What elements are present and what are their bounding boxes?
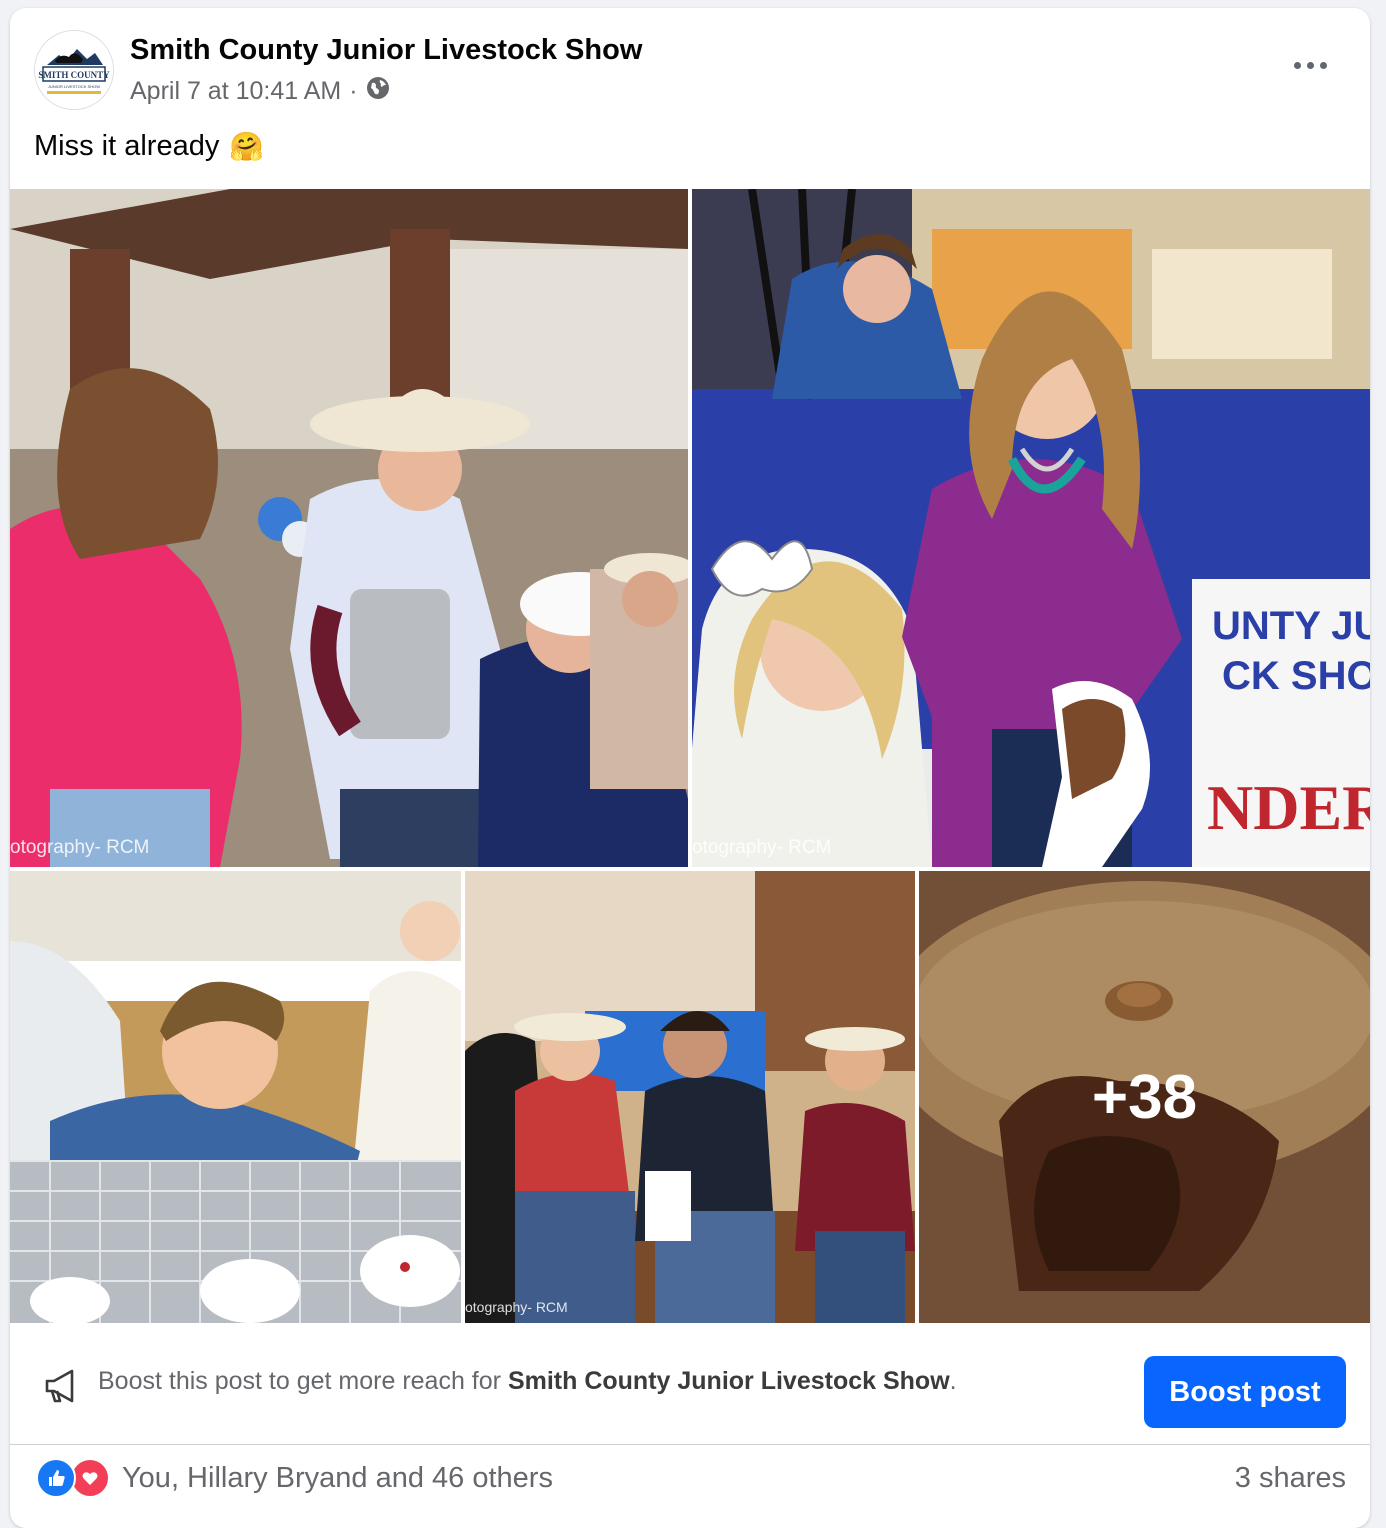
meta-separator: · bbox=[349, 77, 358, 105]
post-card: SMITH COUNTY JUNIOR LIVESTOCK SHOW Smith… bbox=[10, 8, 1370, 1528]
dot-icon bbox=[1306, 61, 1314, 69]
love-icon bbox=[70, 1458, 110, 1498]
photo-4-image bbox=[465, 871, 915, 1323]
svg-text:NDER': NDER' bbox=[1207, 772, 1370, 843]
photo-boy-with-rabbits[interactable] bbox=[10, 871, 461, 1323]
logo-text: SMITH COUNTY bbox=[38, 70, 110, 80]
shares-count[interactable]: 3 shares bbox=[1235, 1462, 1346, 1495]
hug-emoji-icon: 🤗 bbox=[229, 131, 265, 162]
reactions-summary[interactable]: You, Hillary Bryand and 46 others bbox=[36, 1458, 553, 1498]
page-avatar[interactable]: SMITH COUNTY JUNIOR LIVESTOCK SHOW bbox=[34, 30, 114, 110]
megaphone-icon bbox=[42, 1366, 82, 1411]
post-date[interactable]: April 7 at 10:41 AM bbox=[130, 77, 341, 106]
photo-1-image bbox=[10, 189, 688, 867]
boost-suffix: . bbox=[949, 1367, 957, 1395]
more-photos-overlay[interactable]: +38 bbox=[919, 871, 1370, 1323]
like-icon bbox=[36, 1458, 76, 1498]
photo-girl-with-goat[interactable]: UNTY JUNIO CK SHOW NDER' otography- RCM bbox=[692, 189, 1370, 867]
boost-post-button[interactable]: Boost post bbox=[1144, 1356, 1346, 1428]
post-message: Miss it already bbox=[34, 130, 220, 162]
dot-icon bbox=[1319, 61, 1327, 69]
photo-3-image bbox=[10, 871, 461, 1323]
photo-auction-handshake[interactable]: otography- RCM bbox=[10, 189, 688, 867]
boost-description: Boost this post to get more reach for Sm… bbox=[98, 1367, 957, 1396]
page-name-link[interactable]: Smith County Junior Livestock Show bbox=[130, 34, 642, 67]
reactions-text: You, Hillary Bryand and 46 others bbox=[122, 1461, 553, 1494]
photo-2-image: UNTY JUNIO CK SHOW NDER' bbox=[692, 189, 1370, 867]
post-meta: April 7 at 10:41 AM · bbox=[130, 76, 390, 107]
more-photos-count: +38 bbox=[1091, 1062, 1198, 1132]
boost-row: Boost this post to get more reach for Sm… bbox=[10, 1323, 1370, 1443]
dot-icon bbox=[1293, 61, 1301, 69]
post-text: Miss it already 🤗 bbox=[34, 130, 264, 163]
boost-prefix: Boost this post to get more reach for bbox=[98, 1367, 508, 1395]
boost-page-name: Smith County Junior Livestock Show bbox=[507, 1367, 950, 1395]
photo-cake-more[interactable]: +38 bbox=[919, 871, 1370, 1323]
photo-young-men-group[interactable]: otography- RCM bbox=[465, 871, 915, 1323]
divider bbox=[10, 1444, 1370, 1445]
photo-watermark: otography- RCM bbox=[692, 837, 832, 858]
livestock-logo-icon: SMITH COUNTY JUNIOR LIVESTOCK SHOW bbox=[35, 31, 113, 109]
photo-grid: otography- RCM UNTY JU CK SHO NDER otogr… bbox=[10, 189, 1370, 1323]
globe-icon[interactable] bbox=[366, 76, 390, 107]
logo-subtext: JUNIOR LIVESTOCK SHOW bbox=[48, 84, 100, 89]
photo-watermark: otography- RCM bbox=[465, 1299, 568, 1315]
post-header: SMITH COUNTY JUNIOR LIVESTOCK SHOW Smith… bbox=[10, 8, 1370, 118]
svg-text:CK SHOW: CK SHOW bbox=[1222, 654, 1370, 698]
more-options-button[interactable] bbox=[1286, 50, 1334, 80]
photo-watermark: otography- RCM bbox=[10, 837, 150, 858]
svg-text:UNTY JUNIO: UNTY JUNIO bbox=[1212, 604, 1370, 648]
